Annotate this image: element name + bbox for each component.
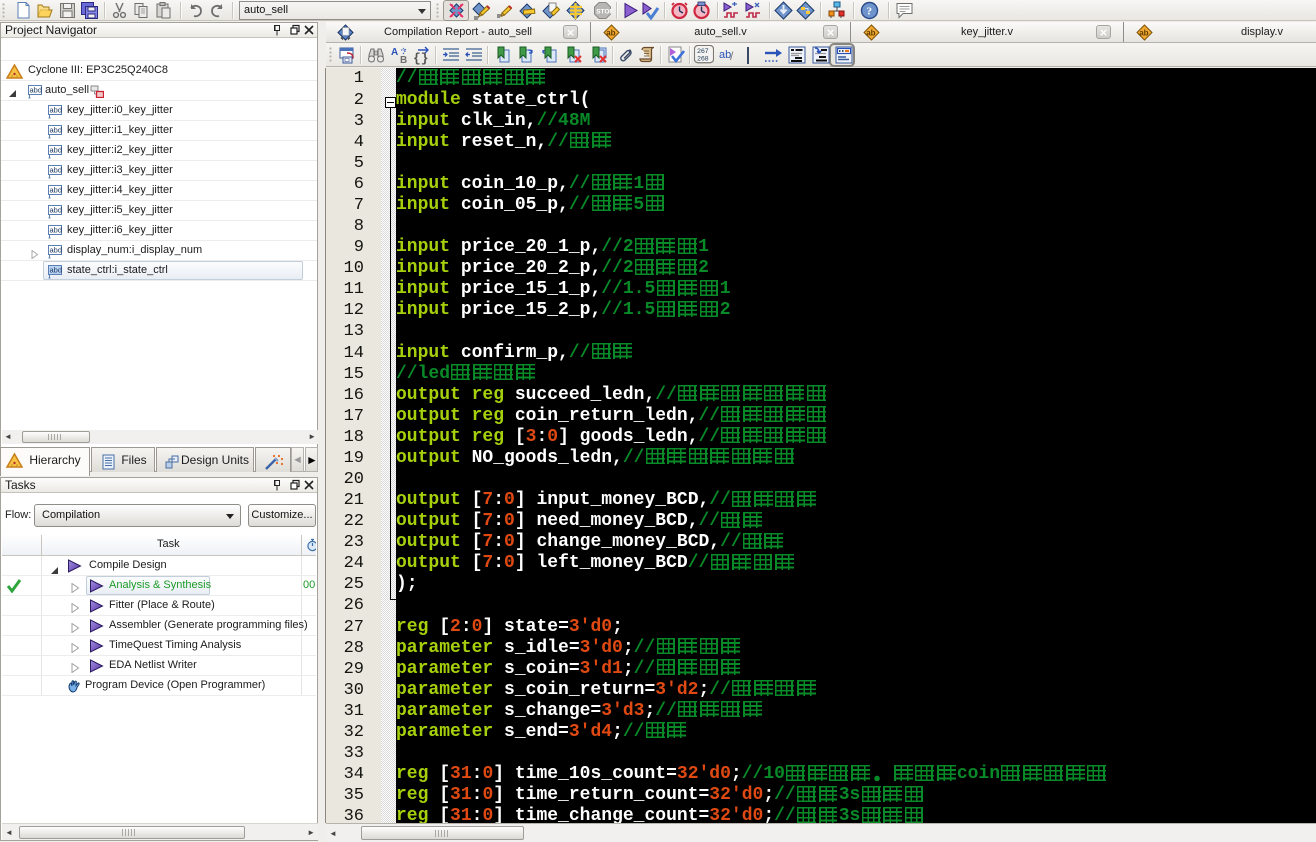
svg-text:abd: abd bbox=[50, 266, 63, 275]
svg-text:abd: abd bbox=[50, 106, 63, 115]
svg-text:{}: {} bbox=[413, 51, 429, 65]
svg-text:A: A bbox=[391, 47, 398, 58]
svg-text:?: ? bbox=[867, 6, 873, 18]
svg-text:abd: abd bbox=[50, 206, 63, 215]
svg-text:268: 268 bbox=[697, 55, 709, 62]
svg-text:abd: abd bbox=[50, 186, 63, 195]
svg-text:abd: abd bbox=[50, 226, 63, 235]
svg-text:abd: abd bbox=[50, 166, 63, 175]
svg-text:ab: ab bbox=[866, 29, 875, 38]
svg-text:267: 267 bbox=[697, 48, 709, 55]
svg-text:abd: abd bbox=[30, 86, 43, 95]
svg-text:abd: abd bbox=[50, 246, 63, 255]
svg-text:/: / bbox=[730, 49, 734, 63]
svg-text:STOP: STOP bbox=[596, 9, 612, 16]
svg-text:abd: abd bbox=[50, 146, 63, 155]
svg-text:ab: ab bbox=[606, 29, 615, 38]
svg-text:B: B bbox=[400, 55, 407, 65]
svg-text:ab: ab bbox=[1139, 29, 1148, 38]
svg-text:abd: abd bbox=[50, 126, 63, 135]
